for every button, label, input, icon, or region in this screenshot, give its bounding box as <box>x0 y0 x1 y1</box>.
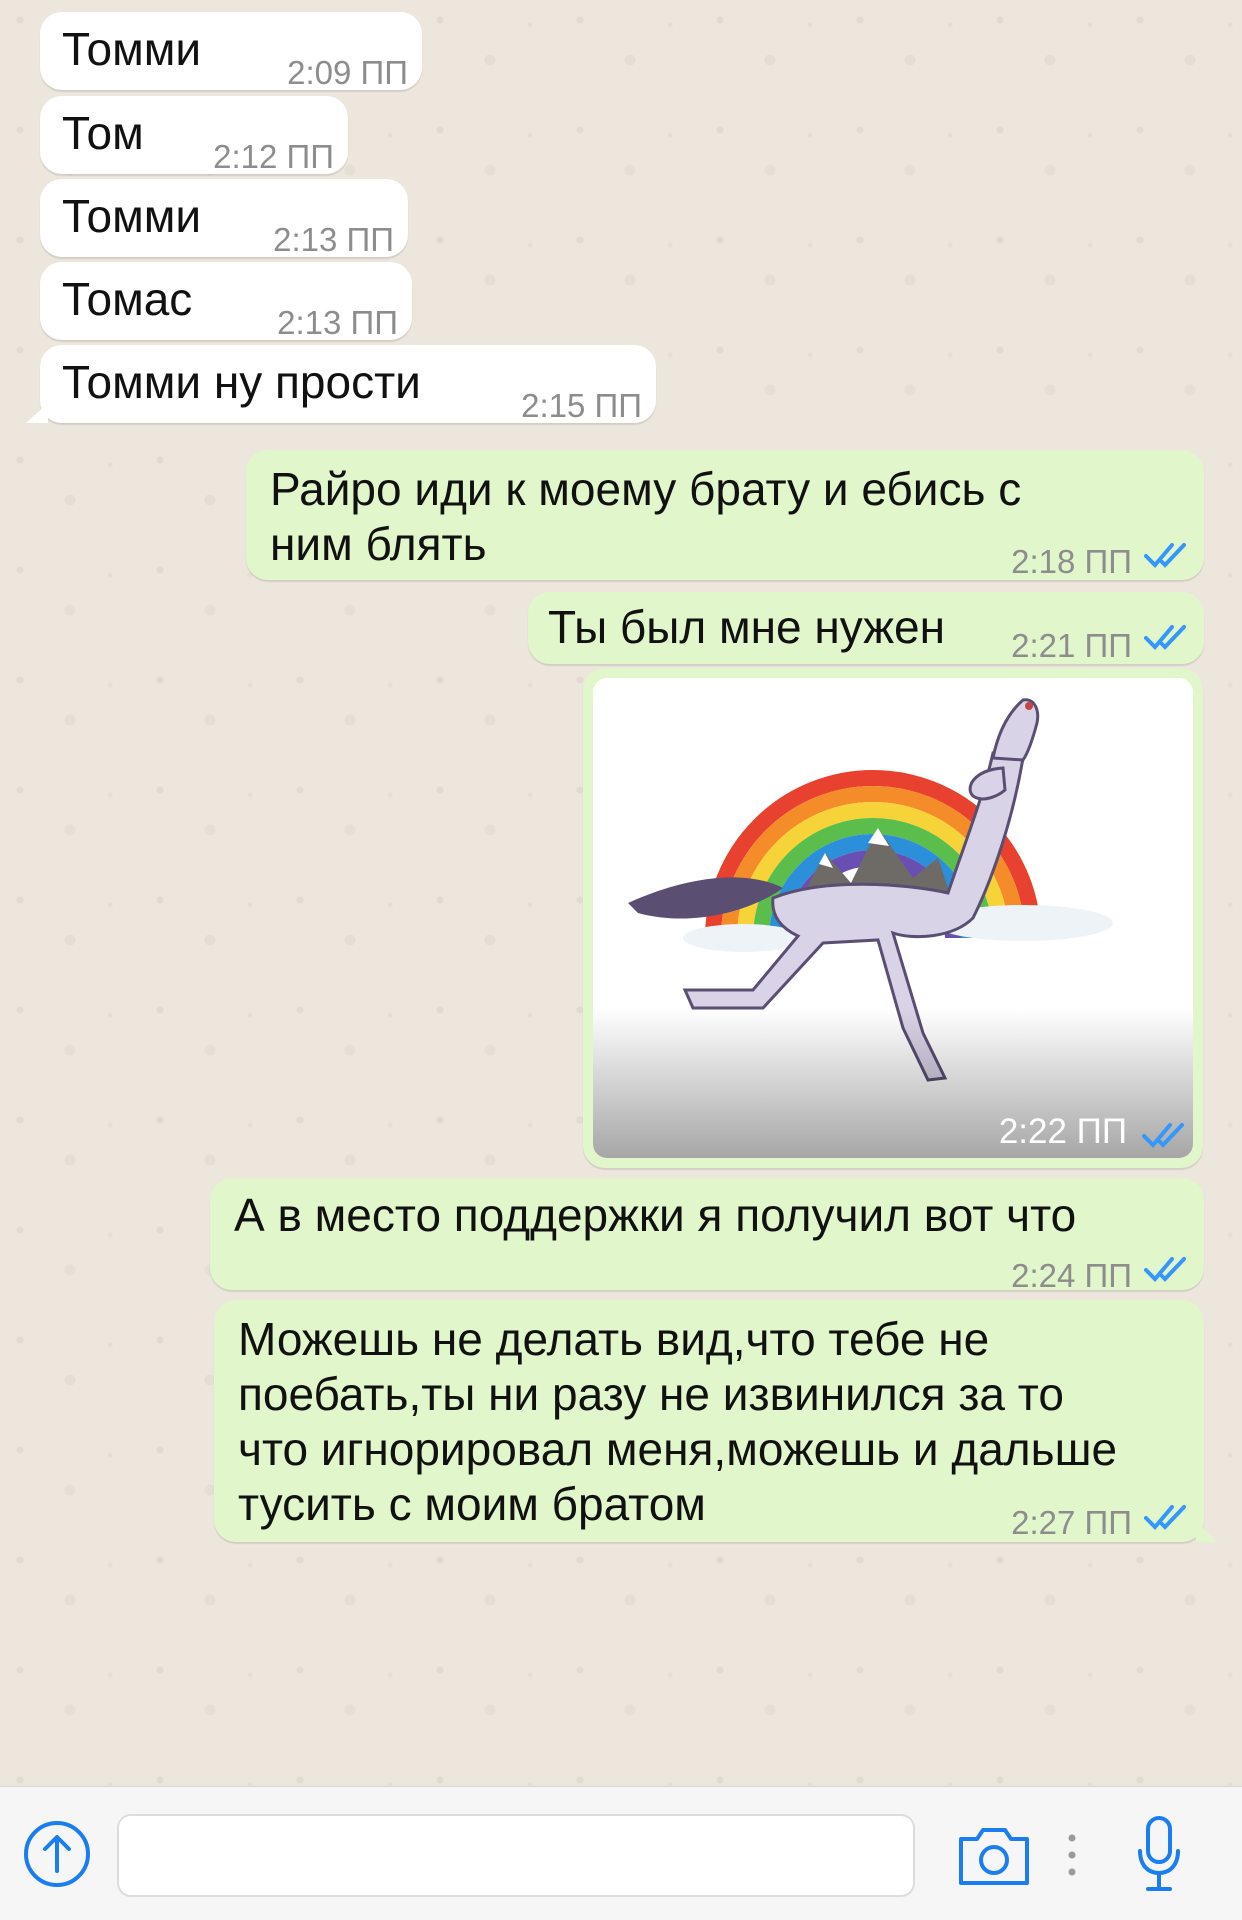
message-time: 2:22 ПП <box>998 1112 1127 1151</box>
message-time: 2:13 ПП <box>277 304 398 341</box>
read-receipt-icon <box>1144 625 1186 650</box>
rainbow-horse-sticker[interactable] <box>593 678 1193 1158</box>
message-time: 2:27 ПП <box>1011 1504 1132 1541</box>
message-text: Ты был мне нужен <box>548 601 946 653</box>
sticker-message[interactable]: 2:22 ПП <box>583 668 1203 1168</box>
message-text: Райро иди к моему брату и ебись с ним бл… <box>270 463 1022 570</box>
read-receipt-icon <box>1144 1505 1186 1530</box>
message-text: Томми <box>62 23 202 75</box>
message-text: Томми ну прости <box>62 356 421 408</box>
message-time: 2:18 ПП <box>1011 543 1132 580</box>
message-text: Можешь не делать вид,что тебе не поебать… <box>238 1313 1118 1530</box>
message-bubble-outgoing[interactable]: Ты был мне нужен 2:21 ПП <box>528 592 1204 664</box>
message-time: 2:09 ПП <box>287 54 408 91</box>
message-bubble-incoming[interactable]: Томми ну прости 2:15 ПП <box>26 345 656 424</box>
message-text: Том <box>62 107 144 159</box>
microphone-icon[interactable] <box>1136 1815 1182 1895</box>
message-input[interactable] <box>117 1814 915 1897</box>
message-bubble-incoming[interactable]: Том 2:12 ПП <box>40 96 348 175</box>
camera-icon[interactable] <box>955 1825 1033 1887</box>
message-text: А в место поддержки я получил вот что <box>234 1189 1077 1241</box>
message-bubble-incoming[interactable]: Томми 2:13 ПП <box>40 179 408 258</box>
bubble-tail <box>1196 1522 1218 1542</box>
arrow-up-circle-icon[interactable] <box>22 1819 92 1889</box>
message-time: 2:24 ПП <box>1011 1257 1132 1294</box>
message-text: Томас <box>62 273 193 325</box>
message-bubble-incoming[interactable]: Томас 2:13 ПП <box>40 262 412 341</box>
read-receipt-icon <box>1142 1123 1184 1148</box>
message-bubble-outgoing[interactable]: А в место поддержки я получил вот что 2:… <box>210 1178 1204 1294</box>
message-time: 2:13 ПП <box>273 221 394 258</box>
message-bubble-outgoing[interactable]: Можешь не делать вид,что тебе не поебать… <box>214 1300 1218 1542</box>
chat-area[interactable]: Томми 2:09 ПП Том 2:12 ПП Томми 2:13 ПП … <box>0 0 1242 1786</box>
message-bubble-incoming[interactable]: Томми 2:09 ПП <box>40 12 422 91</box>
message-time: 2:21 ПП <box>1011 627 1132 664</box>
vertical-dots-icon[interactable] <box>1066 1833 1078 1877</box>
message-bubble-outgoing[interactable]: Райро иди к моему брату и ебись с ним бл… <box>246 450 1204 580</box>
message-text: Томми <box>62 190 202 242</box>
message-time: 2:12 ПП <box>213 138 334 175</box>
bubble-tail <box>26 403 48 423</box>
message-input-bar <box>0 1786 1242 1920</box>
read-receipt-icon <box>1144 1257 1186 1282</box>
message-time: 2:15 ПП <box>521 387 642 424</box>
read-receipt-icon <box>1144 543 1186 568</box>
